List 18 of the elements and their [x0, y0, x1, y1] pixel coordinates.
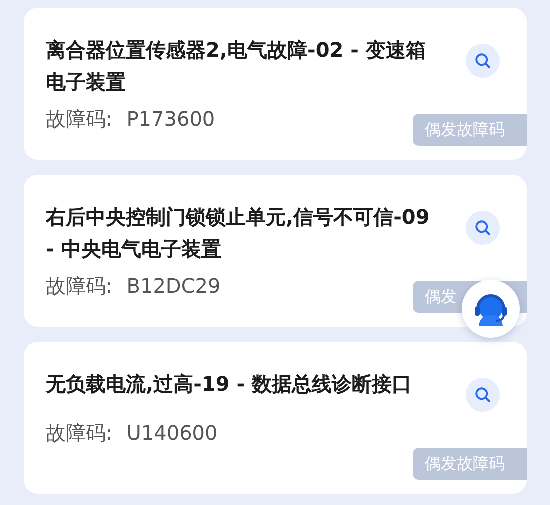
fault-title: 无负载电流,过高-19 - 数据总线诊断接口: [46, 371, 413, 398]
code-label: 故障码:: [46, 273, 113, 300]
search-button[interactable]: [466, 378, 500, 412]
badge-text: 偶发故障码: [425, 453, 505, 475]
badge-text: 偶发: [425, 286, 457, 308]
code-label: 故障码:: [46, 420, 113, 447]
fault-code: P173600: [126, 106, 216, 133]
search-icon: [474, 219, 492, 237]
search-button[interactable]: [466, 211, 500, 245]
code-label: 故障码:: [46, 106, 113, 133]
badge-text: 偶发故障码: [425, 119, 505, 141]
fault-title: 右后中央控制门锁锁止单元,信号不可信-09 - 中央电气电子装置: [46, 204, 431, 263]
fault-code: B12DC29: [126, 273, 221, 300]
fault-code: U140600: [126, 420, 218, 447]
search-button[interactable]: [466, 44, 500, 78]
search-icon: [474, 52, 492, 70]
search-icon: [474, 386, 492, 404]
fault-title: 离合器位置传感器2,电气故障-02 - 变速箱电子装置: [46, 37, 427, 96]
